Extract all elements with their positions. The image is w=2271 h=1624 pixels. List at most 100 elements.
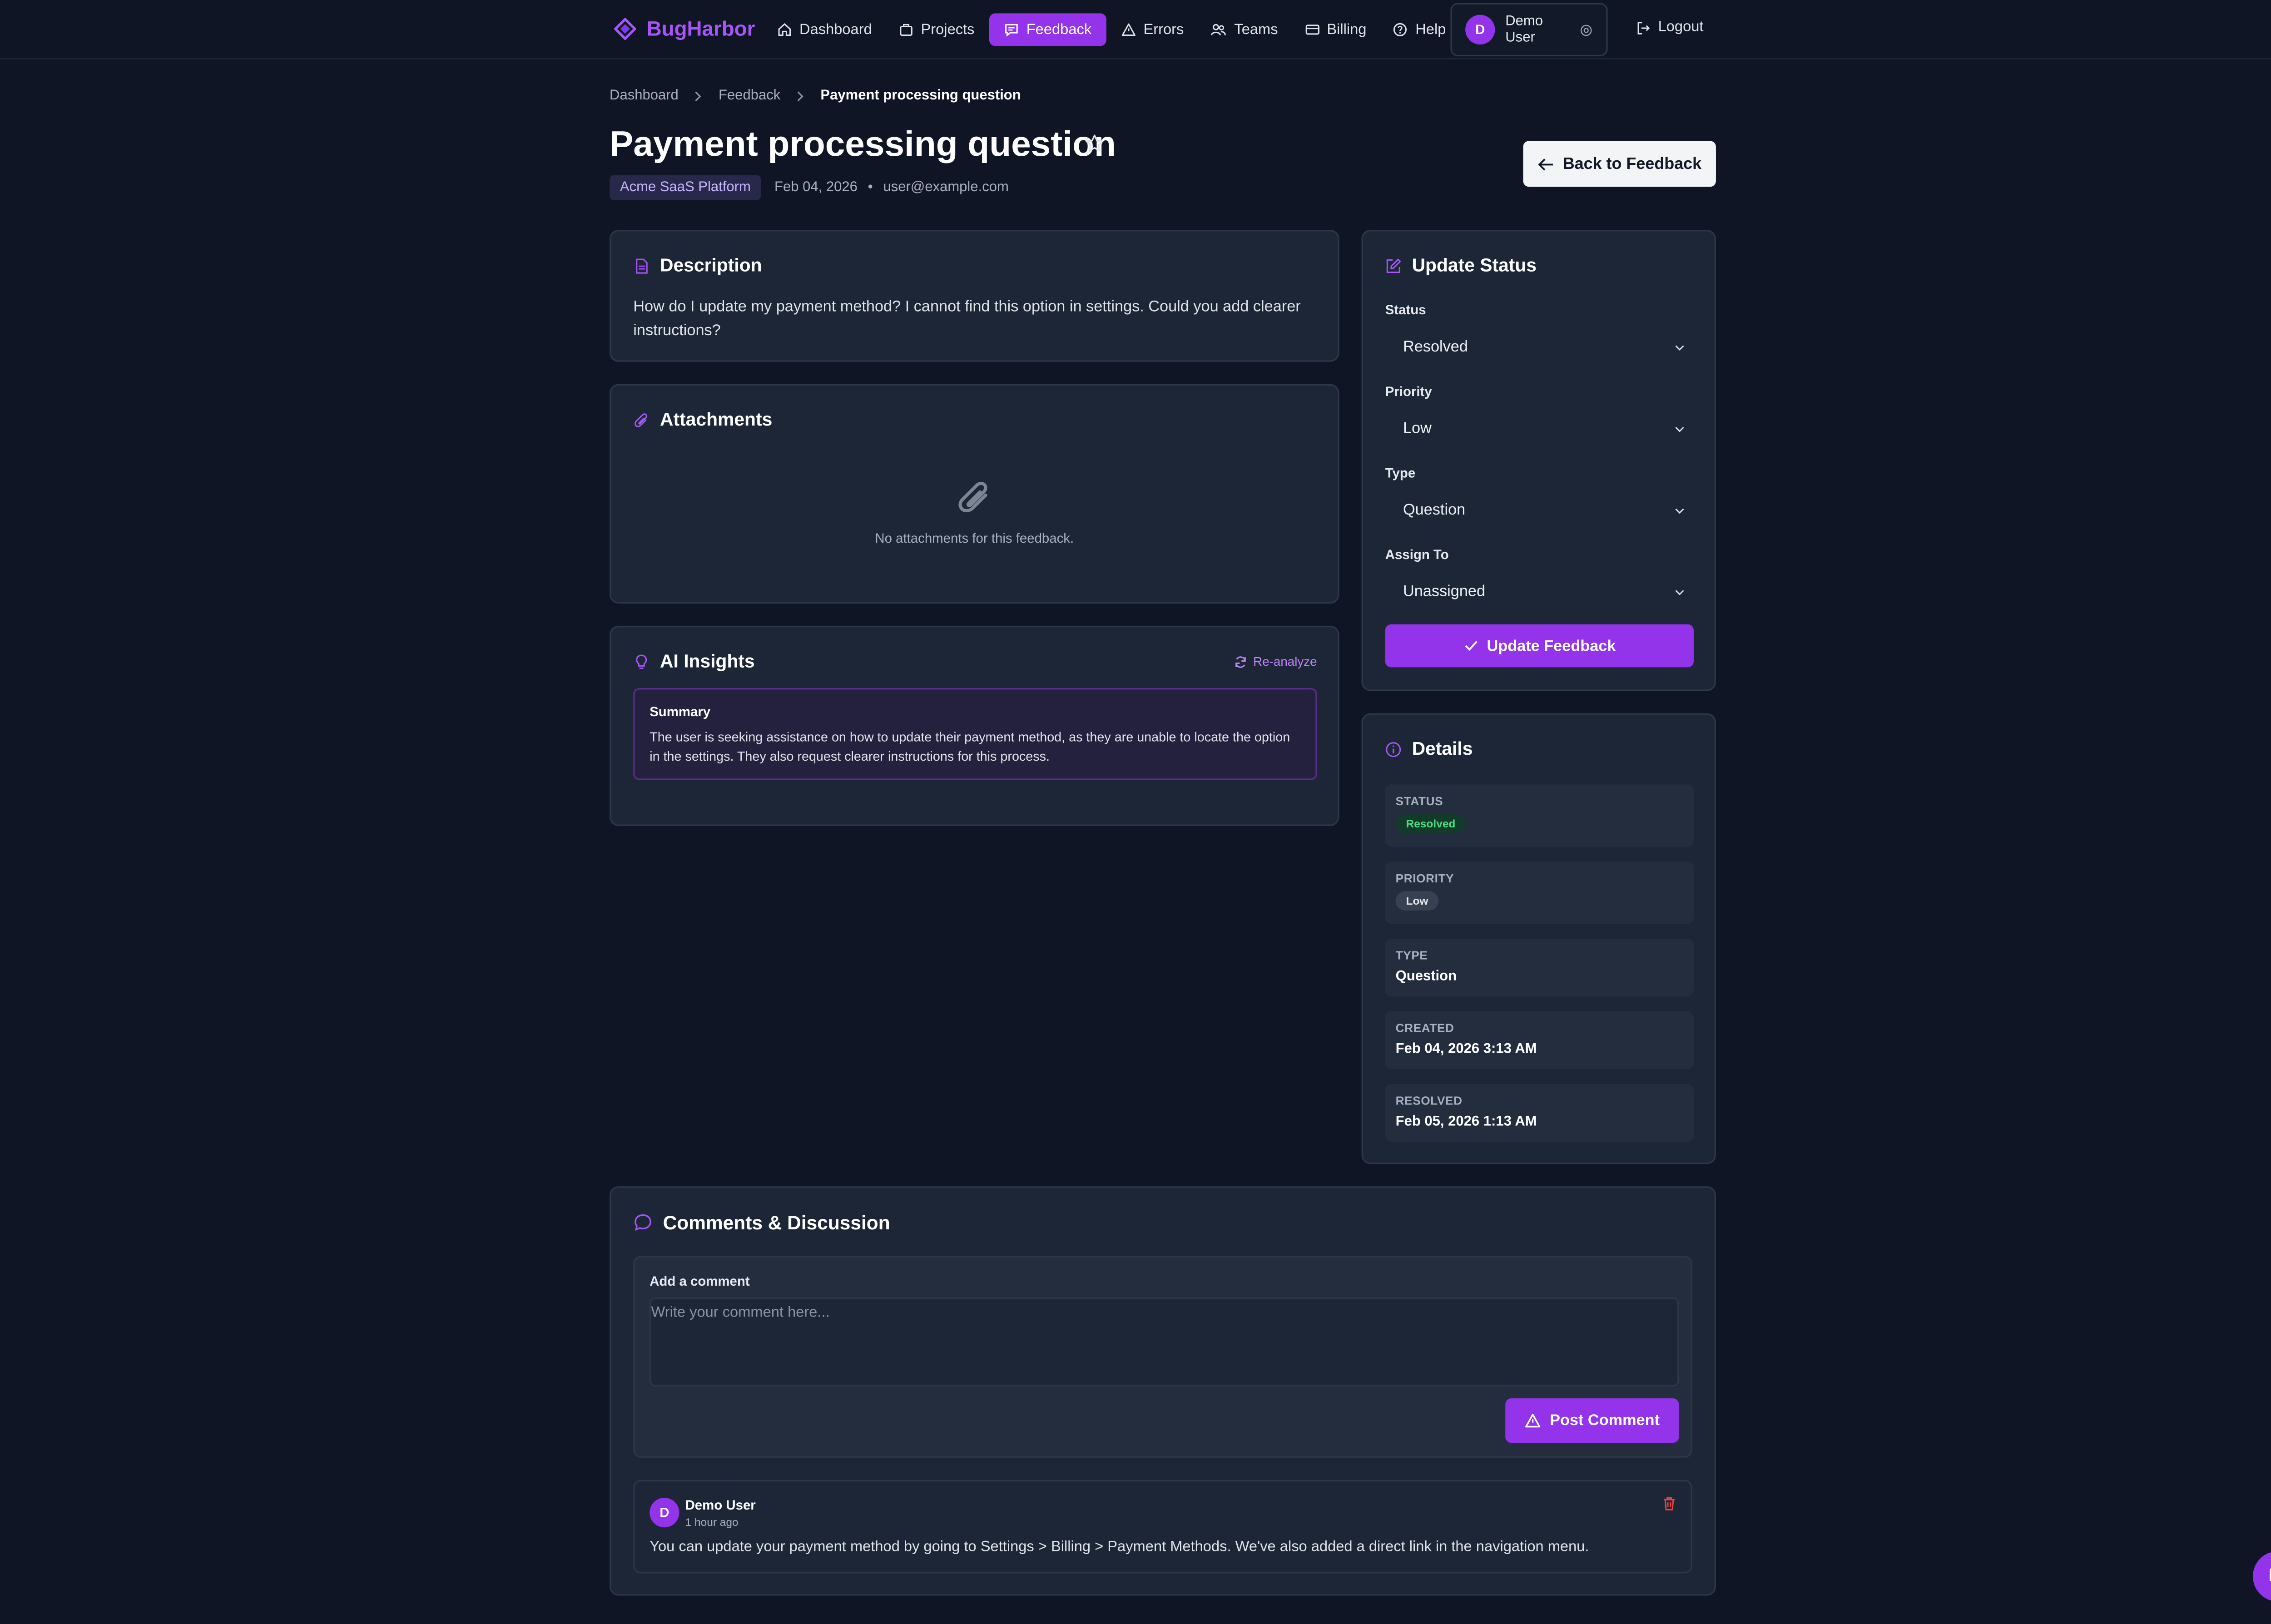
nav-item-dashboard[interactable]: Dashboard <box>765 13 884 46</box>
description-text: How do I update my payment method? I can… <box>633 298 1301 340</box>
comment-author: Demo User <box>685 1497 756 1513</box>
detail-label: STATUS <box>1395 795 1443 808</box>
card-header: Details <box>1385 738 1473 759</box>
detail-status: STATUS Resolved <box>1385 784 1694 847</box>
detail-resolved: RESOLVED Feb 05, 2026 1:13 AM <box>1385 1084 1694 1142</box>
nav-item-label: Feedback <box>1026 21 1092 38</box>
post-comment-button[interactable]: Post Comment <box>1505 1398 1679 1443</box>
detail-value: Feb 05, 2026 1:13 AM <box>1395 1114 1537 1130</box>
assign-selected: Unassigned <box>1403 583 1486 601</box>
type-selected: Question <box>1403 501 1466 519</box>
nav-item-billing[interactable]: Billing <box>1293 13 1378 46</box>
chat-bubble-icon <box>633 1213 652 1232</box>
feedback-meta: Acme SaaS Platform Feb 04, 2026 • user@e… <box>610 175 1009 200</box>
edit-icon <box>1385 257 1402 274</box>
user-name: Demo User <box>1505 13 1543 46</box>
card-header: Description <box>633 255 762 276</box>
nav-item-projects[interactable]: Projects <box>887 13 986 46</box>
chevron-right-icon <box>693 90 704 102</box>
lightbulb-icon <box>633 653 650 669</box>
chevron-right-icon <box>795 90 806 102</box>
nav-item-feedback[interactable]: Feedback <box>989 13 1106 46</box>
chevron-down-icon <box>1675 343 1685 351</box>
add-comment-label: Add a comment <box>650 1273 750 1289</box>
card-header: AI Insights <box>633 651 755 672</box>
paperclip-large-icon <box>955 477 994 516</box>
help-icon <box>1393 22 1408 37</box>
update-feedback-button[interactable]: Update Feedback <box>1385 624 1694 668</box>
project-tag[interactable]: Acme SaaS Platform <box>610 175 761 200</box>
top-navbar: BugHarbor Dashboard Projects Feedback Er… <box>0 0 2271 59</box>
reanalyze-label: Re-analyze <box>1253 654 1317 669</box>
add-comment-box: Add a comment Post Comment <box>633 1256 1692 1458</box>
breadcrumb-feedback[interactable]: Feedback <box>719 88 780 104</box>
breadcrumb: Dashboard Feedback Payment processing qu… <box>610 88 1021 104</box>
back-to-feedback-button[interactable]: Back to Feedback <box>1523 141 1716 187</box>
priority-badge: Low <box>1395 891 1439 911</box>
chevron-down-icon <box>1675 425 1685 432</box>
priority-selected: Low <box>1403 420 1432 438</box>
nav-item-label: Billing <box>1327 21 1367 38</box>
status-selected: Resolved <box>1403 338 1468 356</box>
assign-label: Assign To <box>1385 547 1449 562</box>
send-icon <box>1525 1413 1541 1428</box>
nav-menu: Dashboard Projects Feedback Errors Teams… <box>765 13 1461 46</box>
ai-insights-card: AI Insights Re-analyze Summary The user … <box>610 625 1339 826</box>
comment-input[interactable] <box>650 1297 1679 1387</box>
nav-item-label: Teams <box>1234 21 1278 38</box>
detail-value: Question <box>1395 968 1457 985</box>
brand-name: BugHarbor <box>646 16 755 40</box>
user-menu[interactable]: D Demo User <box>1450 3 1608 57</box>
user-avatar: D <box>1465 15 1495 45</box>
type-select[interactable]: Question <box>1385 491 1694 530</box>
attachments-title: Attachments <box>660 409 773 430</box>
nav-item-teams[interactable]: Teams <box>1199 13 1290 46</box>
projects-icon <box>899 22 914 37</box>
nav-item-label: Help <box>1415 21 1446 38</box>
star-icon[interactable] <box>1084 134 1105 154</box>
detail-label: RESOLVED <box>1395 1094 1463 1108</box>
arrow-left-icon <box>1537 156 1554 171</box>
harbor-logo-icon <box>614 17 636 40</box>
attachments-empty-state: No attachments for this feedback. <box>611 477 1338 546</box>
chat-icon <box>2268 1566 2271 1587</box>
breadcrumb-dashboard[interactable]: Dashboard <box>610 88 679 104</box>
nav-item-label: Projects <box>921 21 975 38</box>
brand-logo[interactable]: BugHarbor <box>614 16 755 40</box>
nav-item-errors[interactable]: Errors <box>1109 13 1195 46</box>
logout-button[interactable]: Logout <box>1636 19 1704 35</box>
assign-select[interactable]: Unassigned <box>1385 572 1694 611</box>
comment-time: 1 hour ago <box>685 1515 739 1529</box>
detail-type: TYPE Question <box>1385 938 1694 997</box>
update-status-title: Update Status <box>1412 255 1537 276</box>
page-title: Payment processing question <box>610 124 1116 165</box>
settings-icon[interactable] <box>1580 23 1593 36</box>
summary-title: Summary <box>650 704 711 719</box>
chat-widget-button[interactable] <box>2252 1551 2271 1602</box>
refresh-icon <box>1234 655 1247 668</box>
paperclip-icon <box>633 411 650 428</box>
team-icon <box>1210 22 1227 37</box>
status-label: Status <box>1385 302 1426 317</box>
trash-icon[interactable] <box>1662 1496 1676 1511</box>
detail-label: CREATED <box>1395 1021 1454 1035</box>
breadcrumb-current: Payment processing question <box>820 87 1021 104</box>
detail-created: CREATED Feb 04, 2026 3:13 AM <box>1385 1011 1694 1069</box>
priority-label: Priority <box>1385 384 1432 399</box>
comments-card: Comments & Discussion Add a comment Post… <box>610 1186 1716 1596</box>
app-root: BugHarbor Dashboard Projects Feedback Er… <box>0 0 2271 1624</box>
detail-priority: PRIORITY Low <box>1385 862 1694 924</box>
detail-label: PRIORITY <box>1395 871 1454 886</box>
status-select[interactable]: Resolved <box>1385 328 1694 366</box>
update-status-card: Update Status Status Resolved Priority L… <box>1361 230 1716 691</box>
nav-item-help[interactable]: Help <box>1381 13 1458 46</box>
reanalyze-button[interactable]: Re-analyze <box>1234 654 1317 669</box>
check-icon <box>1463 639 1478 652</box>
comment-item: D Demo User 1 hour ago You can update yo… <box>633 1480 1692 1574</box>
chevron-down-icon <box>1675 506 1685 514</box>
priority-select[interactable]: Low <box>1385 409 1694 448</box>
description-title: Description <box>660 255 762 276</box>
type-label: Type <box>1385 465 1416 480</box>
logout-label: Logout <box>1658 19 1704 36</box>
detail-value: Feb 04, 2026 3:13 AM <box>1395 1041 1537 1058</box>
